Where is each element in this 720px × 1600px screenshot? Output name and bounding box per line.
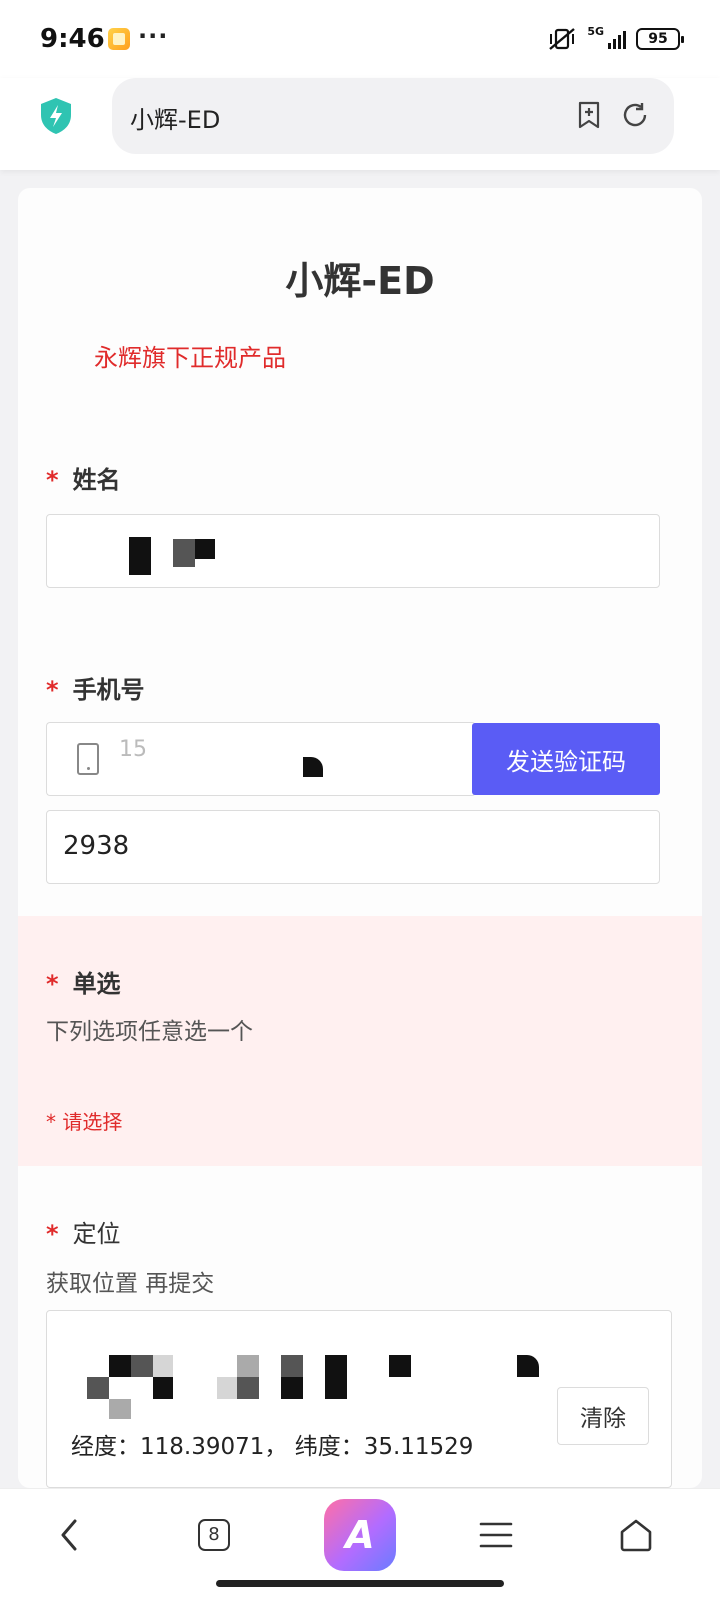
- redacted-text: [129, 537, 151, 575]
- redacted-text: [237, 1355, 259, 1377]
- back-arrow-icon: [61, 1519, 77, 1551]
- phone-icon: [77, 743, 99, 775]
- home-icon: [620, 1519, 652, 1552]
- status-time: 9:46: [40, 24, 105, 54]
- notification-app-icon: [108, 28, 130, 50]
- redacted-text: [153, 1377, 173, 1399]
- choice-question-section: * 单选 下列选项任意选一个 * 请选择: [18, 916, 702, 1166]
- tabs-button[interactable]: 8: [186, 1507, 242, 1563]
- name-question-label: * 姓名: [46, 466, 121, 494]
- network-type-label: 5G: [587, 25, 604, 38]
- required-mark: *: [46, 1220, 59, 1248]
- redacted-text: [281, 1355, 303, 1377]
- home-indicator-bar[interactable]: [216, 1580, 504, 1587]
- phone-partial-text: 15: [119, 737, 147, 762]
- redacted-text: [109, 1355, 131, 1377]
- signal-strength-icon: [608, 29, 626, 49]
- location-coordinates: 经度：118.39071， 纬度：35.11529: [71, 1434, 474, 1460]
- location-result-box: 清除 经度：118.39071， 纬度：35.11529: [46, 1310, 672, 1488]
- redacted-text: [517, 1355, 539, 1377]
- clear-location-button[interactable]: 清除: [557, 1387, 649, 1445]
- battery-icon: 95: [636, 28, 684, 50]
- refresh-icon[interactable]: [620, 100, 650, 130]
- hamburger-menu-icon: [479, 1522, 513, 1548]
- form-card: 小辉-ED 永辉旗下正规产品 * 姓名 * 手机号 15 发送验证码 2938 * 单…: [18, 188, 702, 1488]
- redacted-text: [281, 1377, 303, 1399]
- more-notifications-icon: ···: [138, 22, 169, 50]
- redacted-text: [303, 757, 323, 777]
- redacted-text: [153, 1355, 173, 1377]
- home-button[interactable]: [608, 1507, 664, 1563]
- menu-button[interactable]: [468, 1507, 524, 1563]
- redacted-text: [173, 539, 195, 567]
- status-bar: 9:46 ··· 5G 95: [0, 0, 720, 78]
- address-bar[interactable]: 小辉-ED: [112, 78, 674, 154]
- tab-count-icon: 8: [198, 1519, 230, 1551]
- redacted-text: [131, 1355, 153, 1377]
- redacted-text: [237, 1377, 259, 1399]
- location-question-label: * 定位: [46, 1220, 121, 1248]
- send-code-button[interactable]: 发送验证码: [472, 723, 660, 795]
- required-mark: *: [46, 970, 59, 998]
- phone-input[interactable]: 15: [46, 722, 476, 796]
- browser-toolbar: 小辉-ED: [0, 78, 720, 170]
- status-indicators: 5G 95: [547, 25, 684, 52]
- address-text: 小辉-ED: [130, 106, 221, 134]
- redacted-text: [195, 539, 215, 559]
- verification-code-value: 2938: [63, 831, 130, 861]
- choice-question-label: * 单选: [46, 970, 121, 998]
- phone-question-label: * 手机号: [46, 676, 145, 704]
- redacted-text: [325, 1355, 347, 1399]
- required-mark: *: [46, 676, 59, 704]
- name-input[interactable]: [46, 514, 660, 588]
- verification-code-input[interactable]: 2938: [46, 810, 660, 884]
- ai-assistant-button[interactable]: A: [324, 1499, 396, 1571]
- bookmark-add-icon[interactable]: [574, 100, 604, 130]
- redacted-text: [87, 1377, 109, 1399]
- required-mark: *: [46, 466, 59, 494]
- form-subtitle: 永辉旗下正规产品: [94, 344, 286, 372]
- vibrate-off-icon: [549, 28, 576, 50]
- redacted-text: [389, 1355, 411, 1377]
- choice-question-description: 下列选项任意选一个: [46, 1019, 253, 1045]
- validation-error-message: * 请选择: [46, 1110, 123, 1134]
- shield-lightning-icon[interactable]: [38, 96, 74, 136]
- redacted-text: [217, 1377, 237, 1399]
- form-title: 小辉-ED: [285, 259, 435, 303]
- location-question-description: 获取位置 再提交: [46, 1271, 215, 1297]
- back-button[interactable]: [42, 1507, 98, 1563]
- redacted-text: [109, 1399, 131, 1419]
